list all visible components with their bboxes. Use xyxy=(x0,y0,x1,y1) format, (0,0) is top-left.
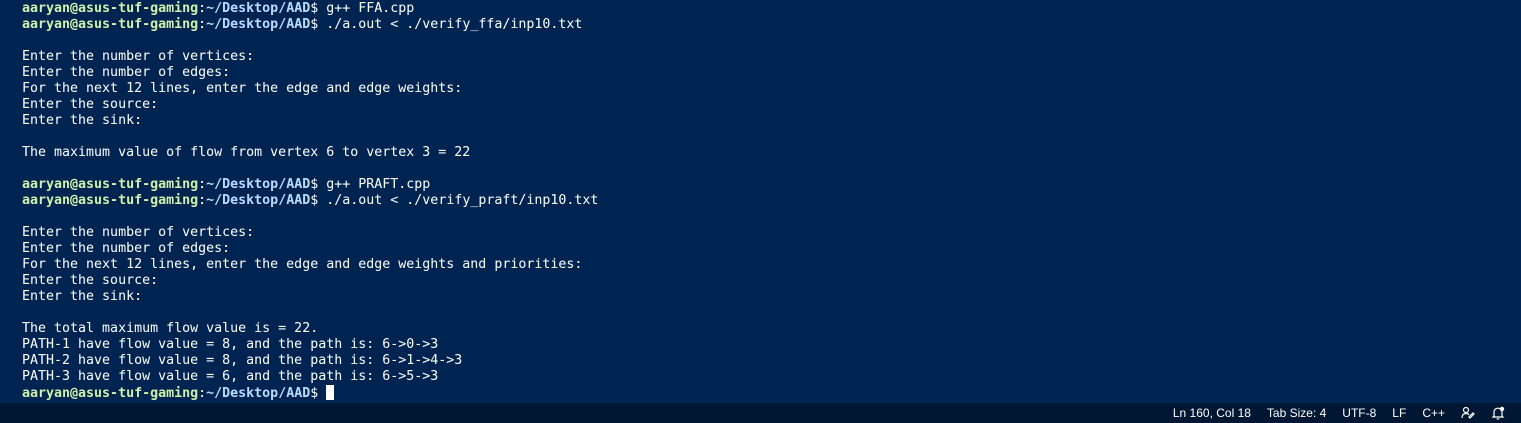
terminal-command-line: aaryan@asus-tuf-gaming:~/Desktop/AAD$ ./… xyxy=(22,193,1511,209)
prompt-separator: : xyxy=(198,1,207,16)
prompt-user: aaryan@asus-tuf-gaming xyxy=(22,17,199,32)
session2-output: Enter the number of vertices: Enter the … xyxy=(22,209,1511,385)
prompt-user: aaryan@asus-tuf-gaming xyxy=(22,193,199,208)
prompt-path: ~/Desktop/AAD xyxy=(206,386,311,401)
output-line: For the next 12 lines, enter the edge an… xyxy=(22,257,583,272)
output-line: For the next 12 lines, enter the edge an… xyxy=(22,81,463,96)
terminal-scrollbar[interactable] xyxy=(1511,0,1521,403)
output-line: PATH-2 have flow value = 8, and the path… xyxy=(22,353,463,368)
command-text: g++ PRAFT.cpp xyxy=(318,177,431,192)
terminal-command-line: aaryan@asus-tuf-gaming:~/Desktop/AAD$ ./… xyxy=(22,17,1511,33)
output-line: The maximum value of flow from vertex 6 … xyxy=(22,145,471,160)
command-text: ./a.out < ./verify_ffa/inp10.txt xyxy=(318,17,583,32)
vscode-window: aaryan@asus-tuf-gaming:~/Desktop/AAD$ g+… xyxy=(0,0,1521,423)
feedback-icon[interactable] xyxy=(1453,403,1483,423)
cursor-position[interactable]: Ln 160, Col 18 xyxy=(1165,403,1259,423)
output-line: Enter the number of edges: xyxy=(22,65,231,80)
terminal-panel[interactable]: aaryan@asus-tuf-gaming:~/Desktop/AAD$ g+… xyxy=(0,0,1511,403)
output-line: PATH-1 have flow value = 8, and the path… xyxy=(22,337,439,352)
output-line: Enter the sink: xyxy=(22,113,143,128)
terminal-cursor xyxy=(326,385,335,400)
output-line: PATH-3 have flow value = 6, and the path… xyxy=(22,369,439,384)
command-text: ./a.out < ./verify_praft/inp10.txt xyxy=(318,193,599,208)
encoding-indicator[interactable]: UTF-8 xyxy=(1334,403,1384,423)
eol-indicator[interactable]: LF xyxy=(1384,403,1414,423)
terminal-command-line: aaryan@asus-tuf-gaming:~/Desktop/AAD$ g+… xyxy=(22,1,1511,17)
prompt-separator: : xyxy=(198,193,207,208)
prompt-separator: : xyxy=(198,17,207,32)
session1-output: Enter the number of vertices: Enter the … xyxy=(22,33,1511,177)
output-line: Enter the source: xyxy=(22,97,159,112)
prompt-path: ~/Desktop/AAD xyxy=(206,1,311,16)
output-line: Enter the number of edges: xyxy=(22,241,231,256)
terminal-command-line: aaryan@asus-tuf-gaming:~/Desktop/AAD$ g+… xyxy=(22,177,1511,193)
output-line: Enter the number of vertices: xyxy=(22,225,255,240)
prompt-user: aaryan@asus-tuf-gaming xyxy=(22,1,199,16)
prompt-path: ~/Desktop/AAD xyxy=(206,17,311,32)
tab-size-indicator[interactable]: Tab Size: 4 xyxy=(1259,403,1334,423)
prompt-path: ~/Desktop/AAD xyxy=(206,193,311,208)
command-text: g++ FFA.cpp xyxy=(318,1,415,16)
prompt-path: ~/Desktop/AAD xyxy=(206,177,311,192)
prompt-separator: : xyxy=(198,177,207,192)
prompt-user: aaryan@asus-tuf-gaming xyxy=(22,386,199,401)
command-text xyxy=(318,386,326,401)
output-line: Enter the number of vertices: xyxy=(22,49,255,64)
language-mode[interactable]: C++ xyxy=(1414,403,1453,423)
status-bar: Ln 160, Col 18 Tab Size: 4 UTF-8 LF C++ xyxy=(0,403,1521,423)
terminal-active-prompt[interactable]: aaryan@asus-tuf-gaming:~/Desktop/AAD$ xyxy=(22,385,1511,401)
output-line: The total maximum flow value is = 22. xyxy=(22,321,319,336)
prompt-separator: : xyxy=(198,386,207,401)
output-line: Enter the sink: xyxy=(22,289,143,304)
prompt-user: aaryan@asus-tuf-gaming xyxy=(22,177,199,192)
bell-icon[interactable] xyxy=(1483,403,1513,423)
output-line: Enter the source: xyxy=(22,273,159,288)
